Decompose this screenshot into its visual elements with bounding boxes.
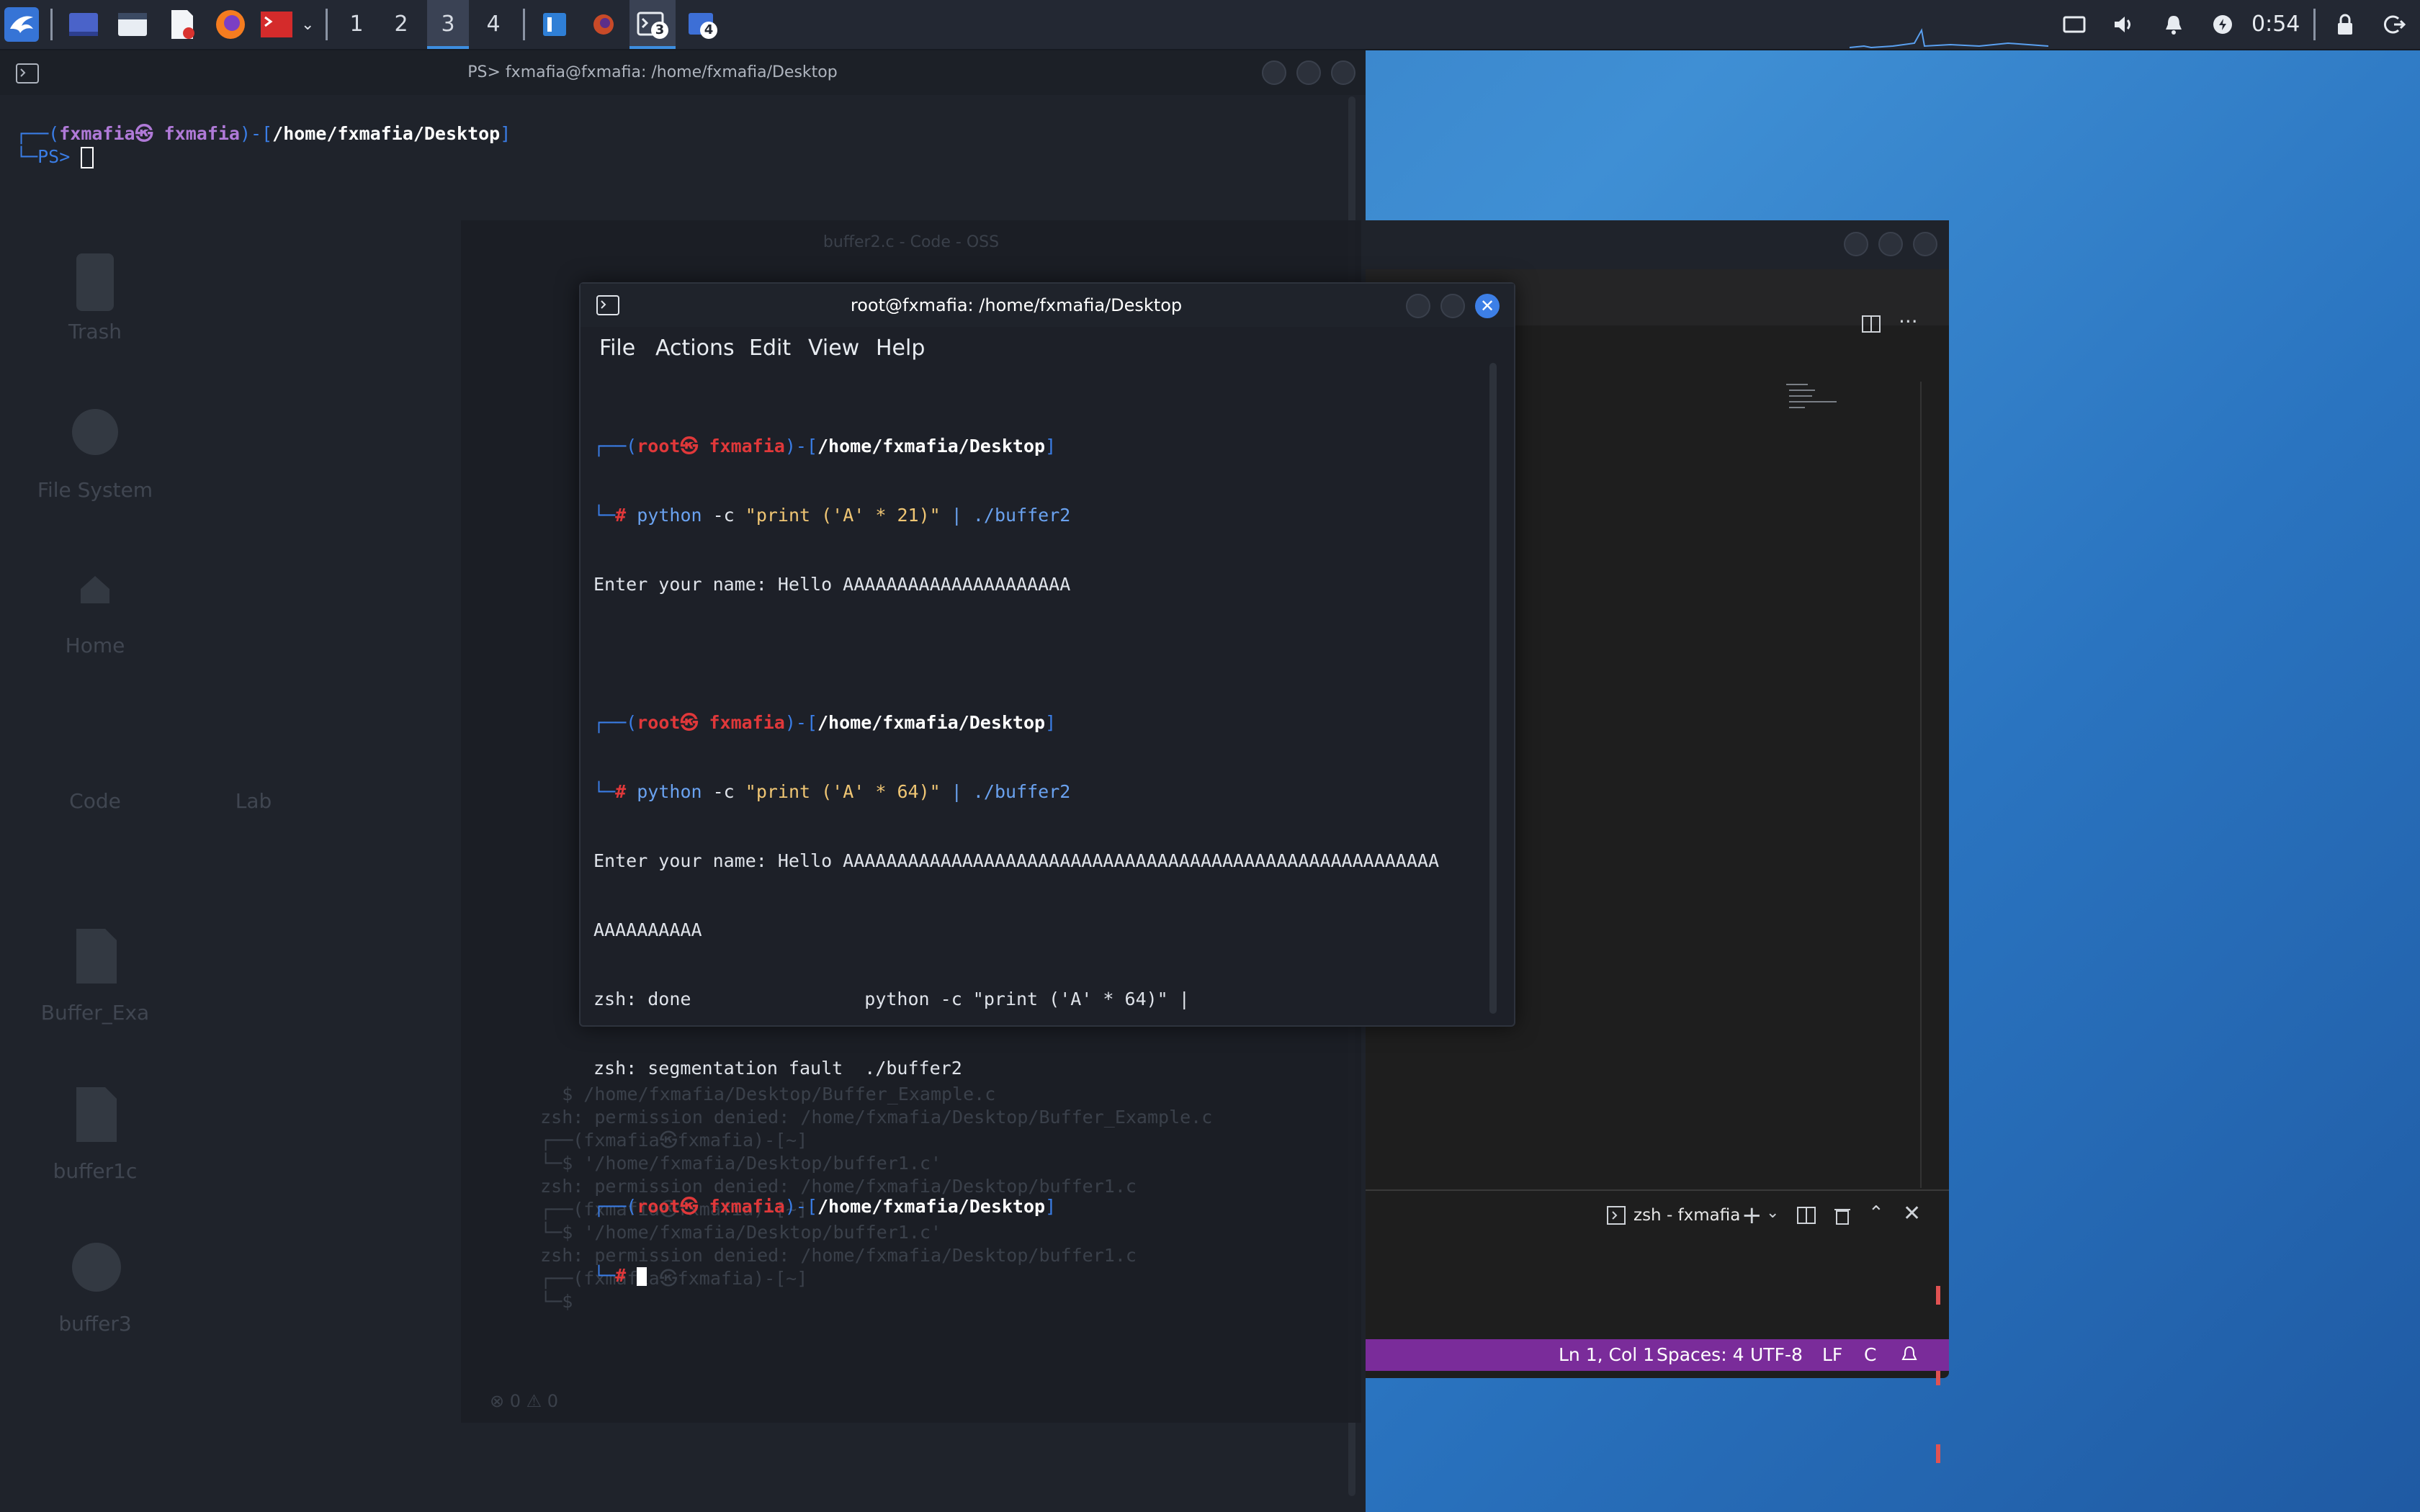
prompt-line: ┌──(root㉿ fxmafia)-[/home/fxmafia/Deskto… — [593, 1196, 1057, 1217]
close-panel-icon[interactable]: ✕ — [1903, 1201, 1921, 1226]
input-line[interactable]: └─# — [593, 1264, 1439, 1287]
desktop-icon-label: Buffer_Exa — [40, 1001, 150, 1025]
text-editor-icon[interactable] — [164, 7, 199, 42]
menu-bar: File Actions Edit View Help — [581, 327, 1514, 370]
end-of-line[interactable]: LF — [1822, 1339, 1842, 1371]
display-icon[interactable] — [2063, 13, 2086, 36]
minimize-button[interactable] — [1844, 232, 1868, 256]
prompt-line: ┌──(root㉿ fxmafia)-[/home/fxmafia/Deskto… — [593, 712, 1057, 733]
terminal-marker — [1936, 1444, 1940, 1463]
ghost-problems-status: ⊗ 0 ⚠ 0 — [490, 1391, 559, 1411]
taskbar-separator — [523, 9, 525, 40]
menu-actions[interactable]: Actions — [655, 327, 735, 370]
minimize-button[interactable] — [1406, 294, 1430, 318]
minimap — [1786, 382, 1844, 425]
encoding[interactable]: UTF-8 — [1750, 1339, 1803, 1371]
terminal-output[interactable]: ┌──(root㉿ fxmafia)-[/home/fxmafia/Deskto… — [593, 389, 1439, 1333]
cpu-graph — [1849, 24, 2049, 49]
terminal-marker — [1936, 1286, 1940, 1305]
volume-icon[interactable] — [2112, 13, 2135, 36]
minimize-button[interactable] — [1262, 60, 1286, 85]
close-button[interactable]: ✕ — [1475, 294, 1500, 318]
output-line: Enter your name: Hello AAAAAAAAAAAAAAAAA… — [593, 850, 1439, 871]
firefox-task-icon[interactable] — [586, 7, 621, 42]
workspace-4[interactable]: 4 — [472, 0, 514, 49]
root-terminal-scrollbar[interactable] — [1489, 363, 1497, 1014]
trash-icon[interactable] — [68, 245, 122, 314]
bg-ps-line[interactable]: └─PS> — [16, 145, 94, 168]
notification-bell-icon[interactable] — [2162, 13, 2185, 36]
show-desktop-icon[interactable] — [66, 7, 101, 42]
notifications-bell-icon[interactable] — [1900, 1345, 1919, 1365]
desktop-icon-label: Code — [69, 789, 121, 813]
menu-view[interactable]: View — [808, 327, 859, 370]
menu-help[interactable]: Help — [876, 327, 925, 370]
output-line: Enter your name: Hello AAAAAAAAAAAAAAAAA… — [593, 574, 1071, 595]
more-actions-icon[interactable]: ··· — [1899, 310, 1918, 333]
home-icon[interactable] — [76, 570, 114, 608]
bg-prompt-line: ┌──(fxmafia㉿ fxmafia)-[/home/fxmafia/Des… — [16, 123, 511, 144]
desktop-icon-label: File System — [37, 478, 153, 502]
close-button[interactable] — [1913, 232, 1937, 256]
root-terminal-window: root@fxmafia: /home/fxmafia/Desktop ✕ Fi… — [579, 282, 1515, 1286]
bg-terminal-title: PS> fxmafia@fxmafia: /home/fxmafia/Deskt… — [467, 63, 838, 81]
taskbar: ⌄ 1 2 3 4 3 4 0:54 — [0, 0, 2420, 50]
firefox-icon[interactable] — [213, 7, 248, 42]
ghost-vscode-title: buffer2.c - Code - OSS — [823, 233, 1000, 251]
logout-icon[interactable] — [2383, 13, 2406, 36]
workspace-2[interactable]: 2 — [380, 0, 422, 49]
close-button[interactable] — [1331, 60, 1355, 85]
command-line: └─# python -c "print ('A' * 21)" | ./buf… — [593, 505, 1071, 526]
command-line: └─# python -c "print ('A' * 64)" | ./buf… — [593, 781, 1071, 802]
language-mode[interactable]: C — [1864, 1339, 1876, 1371]
trash-icon[interactable] — [1832, 1205, 1852, 1225]
cursor-position[interactable]: Ln 1, Col 1 — [1559, 1339, 1654, 1371]
file-system-icon[interactable] — [68, 403, 122, 468]
terminal-tab-label[interactable]: zsh - fxmafia — [1634, 1204, 1740, 1227]
output-line: zsh: done python -c "print ('A' * 64)" | — [593, 989, 1190, 1009]
taskbar-separator — [2313, 9, 2316, 40]
file-manager-icon[interactable] — [115, 7, 150, 42]
error-line: zsh: segmentation fault ./buffer2 — [593, 1058, 962, 1079]
desktop-icon-label: buffer3 — [58, 1312, 132, 1336]
dropdown-chevron-icon[interactable]: ⌄ — [301, 16, 318, 34]
workspace-3[interactable]: 3 — [427, 0, 469, 49]
prompt-line: ┌──(root㉿ fxmafia)-[/home/fxmafia/Deskto… — [593, 436, 1057, 456]
split-terminal-icon[interactable] — [1796, 1205, 1816, 1225]
text-cursor — [81, 147, 94, 168]
menu-file[interactable]: File — [599, 327, 635, 370]
taskbar-separator — [50, 9, 53, 40]
panel-divider — [1354, 1189, 1949, 1191]
desktop-icon-label: Lab — [235, 789, 272, 813]
power-status-icon[interactable] — [2211, 13, 2234, 36]
split-editor-icon[interactable] — [1861, 314, 1881, 334]
root-terminal-title: root@fxmafia: /home/fxmafia/Desktop — [850, 295, 1183, 315]
text-cursor — [637, 1267, 647, 1286]
terminal-dropdown-icon[interactable]: ⌄ — [1766, 1204, 1779, 1222]
maximize-button[interactable] — [1440, 294, 1465, 318]
window-count-badge: 3 — [651, 22, 668, 39]
desktop-icon-label: buffer1c — [53, 1159, 138, 1183]
editor-scrollbar[interactable] — [1920, 382, 1922, 1188]
lock-icon[interactable] — [2334, 13, 2357, 36]
workspace-1[interactable]: 1 — [336, 0, 377, 49]
indentation[interactable]: Spaces: 4 — [1657, 1339, 1744, 1371]
desktop-icon-label: Trash — [68, 320, 122, 343]
maximize-button[interactable] — [1878, 232, 1903, 256]
new-terminal-icon[interactable]: + — [1742, 1201, 1762, 1230]
window-count-badge: 4 — [700, 22, 717, 39]
status-bar: Ln 1, Col 1 Spaces: 4 UTF-8 LF C — [1354, 1339, 1949, 1371]
output-line: AAAAAAAAAA — [593, 919, 702, 940]
kali-menu-icon[interactable] — [4, 7, 39, 42]
taskbar-separator — [326, 9, 328, 40]
terminal-panel-icon — [1606, 1205, 1626, 1225]
clock[interactable]: 0:54 — [2251, 0, 2300, 49]
terminal-emulator-icon[interactable] — [259, 7, 294, 42]
maximize-panel-icon[interactable]: ⌃ — [1868, 1202, 1884, 1224]
maximize-button[interactable] — [1296, 60, 1321, 85]
menu-edit[interactable]: Edit — [749, 327, 791, 370]
desktop-icon-label: Home — [65, 634, 125, 657]
vscode-icon[interactable] — [537, 7, 572, 42]
